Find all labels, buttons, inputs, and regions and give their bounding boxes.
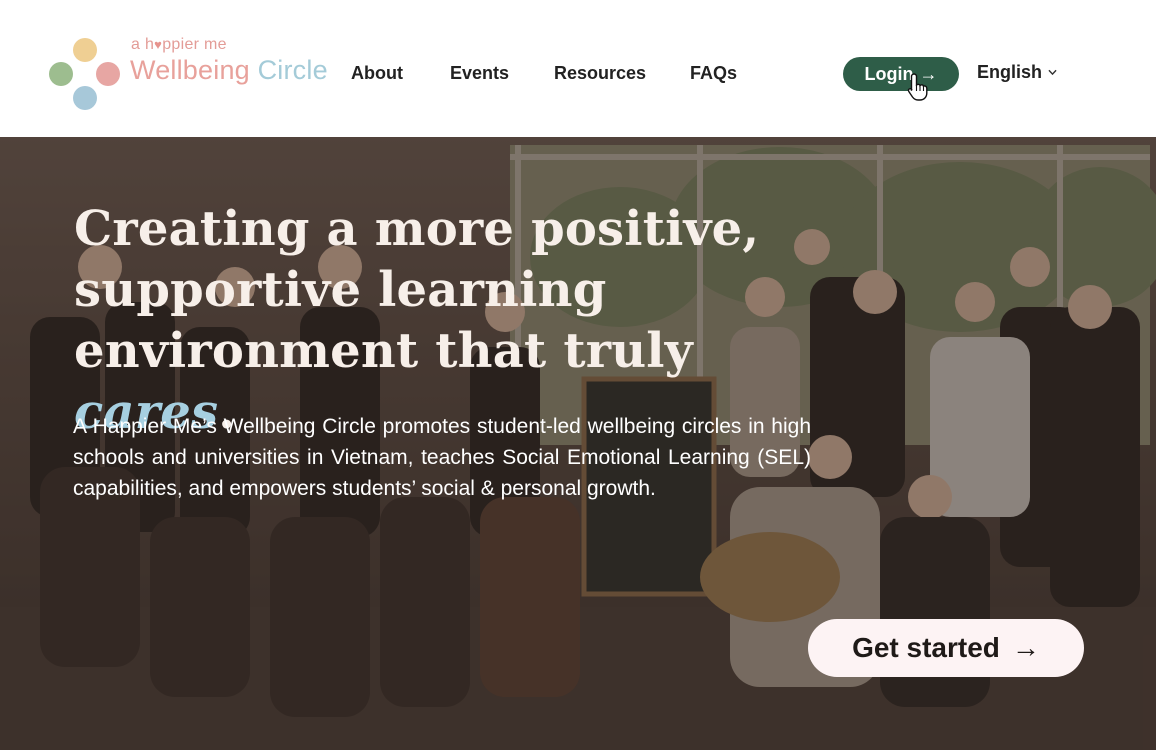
hero-description: A Happier Me’s Wellbeing Circle promotes… xyxy=(73,415,811,500)
nav-about[interactable]: About xyxy=(351,63,403,84)
chevron-down-icon xyxy=(1048,69,1057,76)
logo-dot-green xyxy=(49,62,73,86)
nav-resources[interactable]: Resources xyxy=(554,63,646,84)
logo-tagline: a h♥ppier me xyxy=(131,36,227,53)
get-started-button[interactable]: Get started → xyxy=(808,619,1084,677)
hero-section: Creating a more positive, supportive lea… xyxy=(0,137,1156,750)
login-button[interactable]: Login → xyxy=(843,57,959,91)
site-header: a h♥ppier me Wellbeing Circle About Even… xyxy=(0,0,1156,137)
hero-headline: Creating a more positive, supportive lea… xyxy=(74,201,760,440)
get-started-label: Get started xyxy=(852,632,1000,663)
nav-faqs[interactable]: FAQs xyxy=(690,63,737,84)
logo-brand-name: Wellbeing Circle xyxy=(130,55,328,85)
language-label: English xyxy=(977,62,1043,82)
site-logo[interactable]: a h♥ppier me Wellbeing Circle xyxy=(48,36,328,112)
logo-dot-pink xyxy=(96,62,120,86)
heart-icon: ♥ xyxy=(154,37,163,52)
nav-events[interactable]: Events xyxy=(450,63,509,84)
logo-dot-blue xyxy=(73,86,97,110)
arrow-right-icon: → xyxy=(1011,632,1040,663)
pointer-cursor-icon xyxy=(907,73,928,101)
language-selector[interactable]: English xyxy=(977,62,1057,83)
logo-dot-yellow xyxy=(73,38,97,62)
logo-mark xyxy=(48,36,123,111)
